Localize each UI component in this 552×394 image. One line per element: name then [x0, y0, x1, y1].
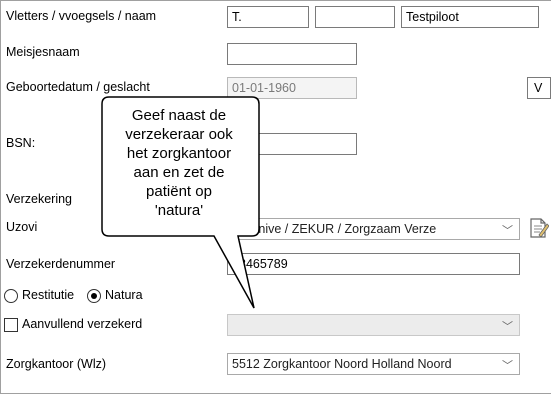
tooltip-line: verzekeraar ook — [125, 126, 233, 143]
tooltip-callout — [101, 96, 260, 309]
tooltip-text: Geef naast de verzekeraar ook het zorgka… — [98, 106, 260, 220]
tooltip-line: Geef naast de — [131, 107, 227, 124]
tooltip-line: 'natura' — [154, 202, 204, 219]
tooltip-line: het zorgkantoor — [126, 145, 232, 162]
tooltip-line: aan en zet de — [133, 164, 225, 181]
tooltip-line: patiënt op — [146, 183, 212, 200]
